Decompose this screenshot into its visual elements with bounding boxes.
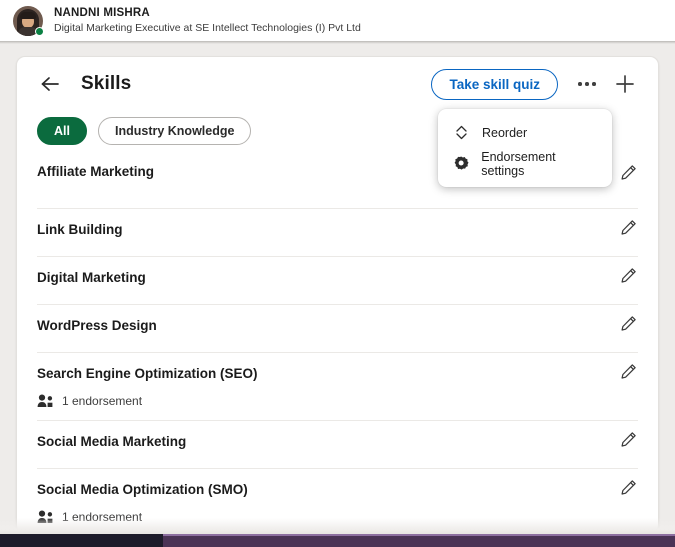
- taskbar-highlight-line: [163, 534, 675, 536]
- options-dropdown-menu: Reorder Endorsement settings: [438, 109, 612, 187]
- pencil-icon: [620, 219, 636, 235]
- page-title: Skills: [81, 73, 132, 94]
- skill-row[interactable]: WordPress Design: [37, 304, 638, 352]
- menu-item-endorsement-settings[interactable]: Endorsement settings: [438, 148, 612, 179]
- pencil-icon: [620, 431, 636, 447]
- header-divider: [0, 41, 675, 44]
- pencil-icon: [620, 267, 636, 283]
- skill-row[interactable]: Search Engine Optimization (SEO) 1 endor…: [37, 352, 638, 420]
- endorsement-info[interactable]: 1 endorsement: [37, 394, 638, 408]
- skill-row[interactable]: Link Building: [37, 208, 638, 256]
- online-status-dot: [35, 26, 44, 36]
- people-icon: [37, 510, 53, 524]
- menu-item-label: Endorsement settings: [481, 149, 556, 178]
- skill-name: Search Engine Optimization (SEO): [37, 366, 258, 381]
- menu-item-reorder[interactable]: Reorder: [438, 117, 612, 148]
- edit-skill-button[interactable]: [614, 261, 642, 289]
- profile-headline: Digital Marketing Executive at SE Intell…: [54, 22, 361, 35]
- endorsement-count: 1 endorsement: [62, 510, 143, 525]
- app-root: NANDNI MISHRA Digital Marketing Executiv…: [0, 0, 675, 547]
- edit-skill-button[interactable]: [614, 213, 642, 241]
- avatar[interactable]: [13, 5, 44, 36]
- menu-item-label: Reorder: [482, 125, 528, 140]
- skills-list: Affiliate Marketing Link Building Digita…: [17, 158, 658, 533]
- add-skill-button[interactable]: [610, 69, 640, 99]
- back-button[interactable]: [37, 71, 63, 97]
- skill-row[interactable]: Social Media Marketing: [37, 420, 638, 468]
- edit-skill-button[interactable]: [614, 309, 642, 337]
- skill-name: Link Building: [37, 222, 123, 237]
- profile-text: NANDNI MISHRA Digital Marketing Executiv…: [54, 7, 361, 34]
- edit-skill-button[interactable]: [614, 473, 642, 501]
- filter-pill-all[interactable]: All: [37, 117, 87, 145]
- pencil-icon: [620, 363, 636, 379]
- pencil-icon: [620, 479, 636, 495]
- edit-skill-button[interactable]: [614, 357, 642, 385]
- skill-name: Social Media Optimization (SMO): [37, 482, 248, 498]
- pencil-icon: [620, 164, 636, 180]
- endorsement-count: 1 endorsement: [62, 394, 143, 409]
- arrow-left-icon: [41, 77, 59, 91]
- endorsement-info[interactable]: 1 endorsement: [37, 510, 638, 524]
- skill-name: Digital Marketing: [37, 270, 146, 285]
- more-options-button[interactable]: [572, 69, 602, 99]
- plus-icon: [616, 75, 634, 93]
- gear-icon: [454, 156, 469, 170]
- reorder-chevrons-icon: [456, 125, 467, 140]
- skill-row[interactable]: Social Media Optimization (SMO) 1 endors…: [37, 468, 638, 533]
- card-header: Skills Take skill quiz: [17, 57, 658, 111]
- edit-skill-button[interactable]: [614, 425, 642, 453]
- filter-pill-industry-knowledge[interactable]: Industry Knowledge: [97, 117, 252, 145]
- more-horizontal-icon: [578, 82, 596, 86]
- skill-name: Social Media Marketing: [37, 434, 187, 450]
- people-icon: [37, 394, 53, 408]
- profile-name: NANDNI MISHRA: [54, 6, 150, 19]
- edit-skill-button[interactable]: [614, 158, 642, 186]
- profile-header: NANDNI MISHRA Digital Marketing Executiv…: [0, 0, 675, 41]
- pencil-icon: [620, 315, 636, 331]
- skill-row[interactable]: Digital Marketing: [37, 256, 638, 304]
- skill-name: WordPress Design: [37, 318, 157, 333]
- take-skill-quiz-button[interactable]: Take skill quiz: [431, 68, 558, 100]
